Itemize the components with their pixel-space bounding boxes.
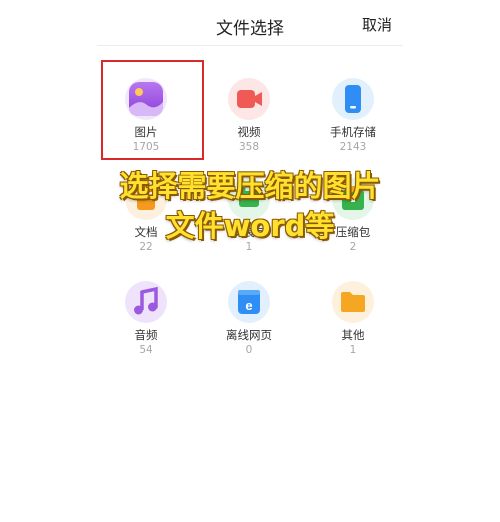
category-audio[interactable]: 音频 54	[94, 265, 198, 365]
selection-highlight-box	[101, 60, 204, 160]
category-count: 358	[238, 141, 260, 153]
web-page-icon: e	[238, 290, 260, 314]
category-count: 2143	[339, 141, 367, 153]
category-count: 1	[349, 344, 357, 356]
phone-storage-icon	[345, 85, 361, 113]
category-count: 54	[139, 344, 153, 356]
folder-icon	[341, 292, 365, 312]
cancel-button[interactable]: 取消	[362, 14, 392, 35]
overlay-caption-line1: 选择需要压缩的图片	[119, 169, 381, 203]
header-divider	[97, 45, 403, 46]
page-title: 文件选择	[216, 19, 284, 39]
category-label: 音频	[134, 328, 158, 342]
category-phone-storage[interactable]: 手机存储 2143	[301, 62, 405, 162]
video-icon	[237, 90, 262, 108]
overlay-caption-line2: 文件word等	[165, 209, 335, 243]
category-other[interactable]: 其他 1	[301, 265, 405, 365]
category-count: 0	[245, 344, 253, 356]
category-label: 其他	[341, 328, 365, 342]
category-offline-pages[interactable]: e 离线网页 0	[197, 265, 301, 365]
category-videos[interactable]: 视频 358	[197, 62, 301, 162]
category-label: 视频	[237, 125, 261, 139]
svg-text:e: e	[245, 298, 252, 313]
music-icon	[134, 286, 158, 315]
category-label: 离线网页	[226, 328, 272, 342]
header: 文件选择 取消	[0, 0, 500, 46]
category-label: 手机存储	[330, 125, 376, 139]
